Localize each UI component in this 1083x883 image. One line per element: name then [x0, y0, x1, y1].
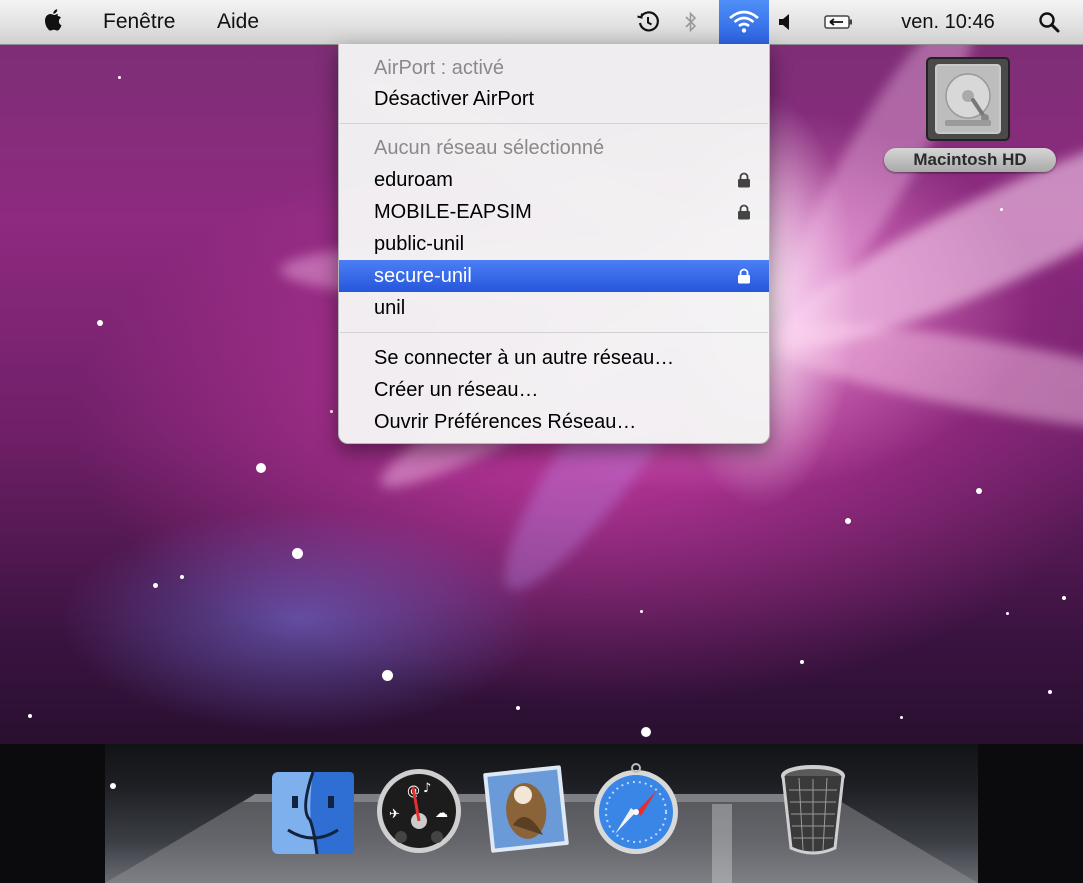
hard-drive-icon[interactable] — [925, 56, 1011, 142]
network-item-secure-unil[interactable]: secure-unil — [339, 260, 769, 292]
network-item-unil[interactable]: unil — [339, 292, 769, 324]
network-name: MOBILE-EAPSIM — [374, 201, 532, 223]
bluetooth-icon[interactable] — [678, 0, 704, 44]
no-network-label: Aucun réseau sélectionné — [374, 137, 605, 159]
mail-icon[interactable] — [483, 765, 569, 853]
svg-text:♪: ♪ — [423, 781, 431, 796]
menu-separator — [340, 123, 768, 124]
svg-text:☁: ☁ — [435, 806, 448, 821]
create-network-item[interactable]: Créer un réseau… — [339, 374, 769, 406]
svg-text:✈: ✈ — [389, 807, 400, 822]
network-name: secure-unil — [374, 265, 472, 287]
open-network-preferences-item[interactable]: Ouvrir Préférences Réseau… — [339, 406, 769, 438]
menu-bar: Fenêtre Aide ven. 10:46 — [0, 0, 1083, 45]
lock-icon — [738, 204, 750, 220]
airport-wifi-icon[interactable] — [719, 0, 769, 44]
finder-icon[interactable] — [270, 770, 356, 856]
network-name: eduroam — [374, 169, 453, 191]
airport-menu: AirPort : activé Désactiver AirPort Aucu… — [338, 44, 770, 444]
menu-separator — [340, 332, 768, 333]
network-item-public-unil[interactable]: public-unil — [339, 228, 769, 260]
lock-icon — [738, 268, 750, 284]
menu-fenetre[interactable]: Fenêtre — [103, 0, 175, 44]
network-item-mobile-eapsim[interactable]: MOBILE-EAPSIM — [339, 196, 769, 228]
apple-icon[interactable] — [38, 0, 74, 44]
volume-icon[interactable] — [772, 0, 798, 44]
trash-icon[interactable] — [765, 760, 861, 860]
lock-icon — [738, 172, 750, 188]
spotlight-icon[interactable] — [1030, 0, 1068, 44]
safari-icon[interactable] — [591, 762, 681, 856]
hard-drive-label[interactable]: Macintosh HD — [884, 148, 1056, 172]
dashboard-icon[interactable]: @ ♪ ✈ ☁ — [375, 765, 463, 855]
battery-icon[interactable] — [821, 0, 857, 44]
network-item-eduroam[interactable]: eduroam — [339, 164, 769, 196]
time-machine-icon[interactable] — [631, 0, 665, 44]
join-other-network-item[interactable]: Se connecter à un autre réseau… — [339, 342, 769, 374]
airport-status: AirPort : activé — [374, 57, 505, 79]
disable-airport-item[interactable]: Désactiver AirPort — [339, 83, 769, 115]
network-name: public-unil — [374, 233, 465, 255]
network-name: unil — [374, 297, 406, 319]
menubar-clock[interactable]: ven. 10:46 — [884, 0, 1012, 44]
menu-aide[interactable]: Aide — [217, 0, 259, 44]
